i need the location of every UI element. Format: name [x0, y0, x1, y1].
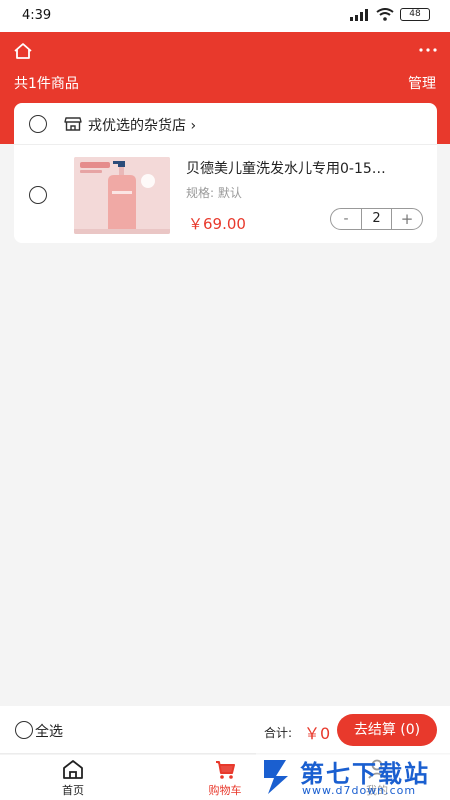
increase-button[interactable]: + [392, 210, 422, 228]
signal-icon [350, 8, 368, 21]
manage-button[interactable]: 管理 [408, 73, 436, 93]
status-icons: 48 [350, 8, 430, 21]
store-row: 戎优选的杂货店 › [14, 103, 437, 145]
total-label: 合计: [264, 726, 293, 740]
more-icon[interactable] [416, 42, 440, 58]
battery-icon: 48 [400, 8, 430, 21]
item-select-radio[interactable] [29, 186, 47, 204]
decrease-button[interactable]: - [331, 211, 361, 227]
item-count: 共1件商品 [14, 76, 79, 92]
product-title[interactable]: 贝德美儿童洗发水儿专用0-15… [186, 158, 418, 178]
home-icon [63, 760, 83, 779]
cart-icon [216, 761, 235, 779]
tab-cart[interactable]: 购物车 [190, 758, 260, 798]
store-select-radio[interactable] [29, 115, 47, 133]
chevron-right-icon: › [190, 118, 197, 134]
total-value: ￥0 [304, 724, 331, 743]
tab-cart-label: 购物车 [208, 784, 242, 797]
store-cart-card: 戎优选的杂货店 › 贝德美儿童洗发水儿专用0-15… 规格: 默认 ￥69.00… [14, 103, 437, 243]
tab-home-label: 首页 [62, 784, 84, 797]
select-all-label[interactable]: 全选 [35, 721, 63, 741]
product-price: ￥69.00 [188, 215, 246, 233]
tab-home[interactable]: 首页 [38, 758, 108, 798]
wifi-icon [376, 8, 394, 21]
shampoo-bottle-image [74, 157, 170, 234]
watermark-logo-icon [264, 760, 288, 794]
store-icon [64, 117, 82, 131]
quantity-value[interactable]: 2 [361, 209, 392, 229]
select-all-radio[interactable] [15, 721, 33, 739]
store-link[interactable]: 戎优选的杂货店 › [88, 115, 196, 135]
product-spec: 规格: 默认 [186, 186, 242, 200]
checkout-bar: 全选 合计: ￥0 去结算 (0) [0, 706, 450, 754]
status-bar: 4:39 48 [0, 0, 450, 32]
quantity-stepper: - 2 + [330, 208, 423, 230]
status-time: 4:39 [22, 8, 52, 23]
product-image[interactable] [74, 157, 170, 234]
home-icon[interactable] [12, 40, 34, 62]
checkout-button[interactable]: 去结算 (0) [337, 714, 437, 746]
watermark-url: www.d7down.com [302, 784, 417, 797]
store-name: 戎优选的杂货店 [88, 118, 186, 134]
watermark: 第七下载站 www.d7down.com [256, 752, 450, 800]
